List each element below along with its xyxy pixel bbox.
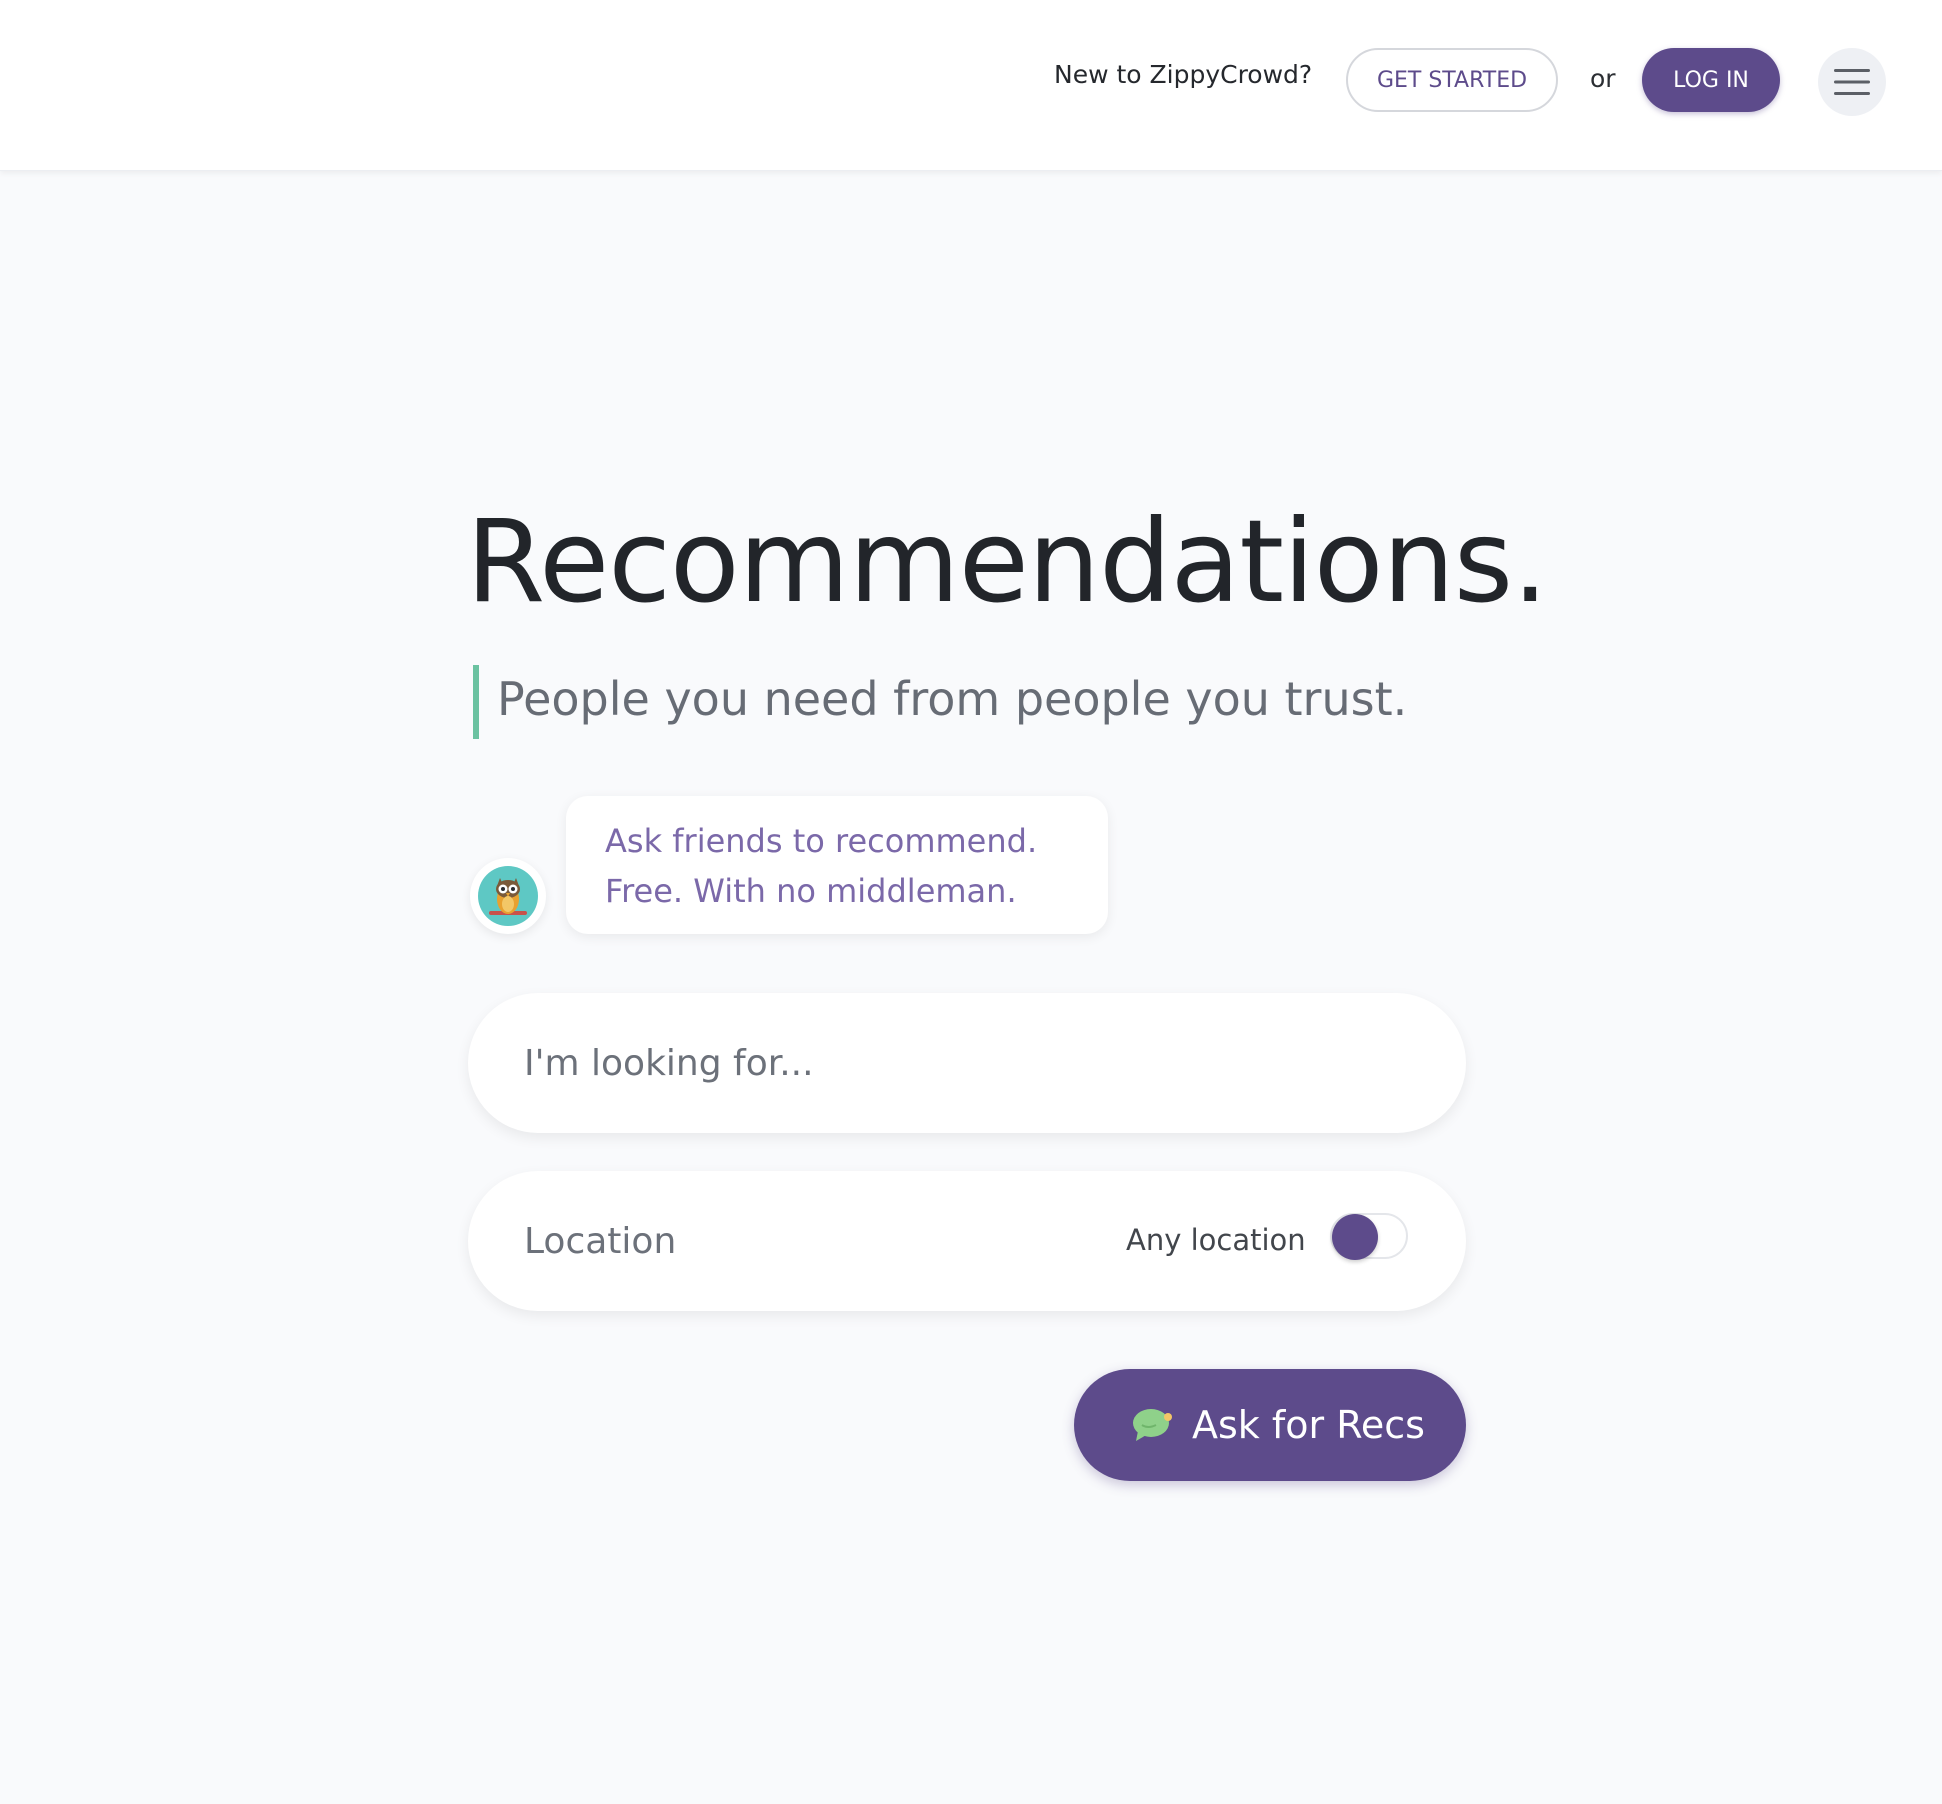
hamburger-menu-icon [1834, 69, 1870, 95]
log-in-label: LOG IN [1673, 67, 1749, 93]
search-field-container [468, 993, 1466, 1133]
bot-avatar [470, 858, 546, 934]
bot-message-bubble: Ask friends to recommend. Free. With no … [566, 796, 1108, 934]
location-field-container: Any location [468, 1171, 1466, 1311]
page-title: Recommendations. [466, 495, 1548, 628]
log-in-button[interactable]: LOG IN [1642, 48, 1780, 112]
search-input[interactable] [524, 993, 1384, 1133]
ask-for-recs-label: Ask for Recs [1192, 1403, 1425, 1447]
or-separator: or [1590, 64, 1616, 93]
top-navigation-bar: New to ZippyCrowd? GET STARTED or LOG IN [0, 0, 1942, 171]
page-subtitle: People you need from people you trust. [497, 672, 1408, 726]
subtitle-accent-bar [473, 665, 479, 739]
speech-bubble-icon [1133, 1409, 1172, 1441]
get-started-label: GET STARTED [1376, 67, 1528, 93]
bot-message-line-2: Free. With no middleman. [605, 872, 1017, 910]
owl-icon [478, 866, 538, 926]
location-input[interactable] [524, 1171, 1044, 1311]
bot-message-line-1: Ask friends to recommend. [605, 822, 1038, 860]
menu-button[interactable] [1818, 48, 1886, 116]
any-location-toggle[interactable] [1330, 1213, 1408, 1260]
any-location-label: Any location [1126, 1223, 1306, 1257]
new-user-prompt: New to ZippyCrowd? [1054, 60, 1313, 89]
ask-for-recs-button[interactable]: Ask for Recs [1074, 1369, 1466, 1481]
get-started-button[interactable]: GET STARTED [1346, 48, 1558, 112]
toggle-knob [1332, 1214, 1378, 1260]
